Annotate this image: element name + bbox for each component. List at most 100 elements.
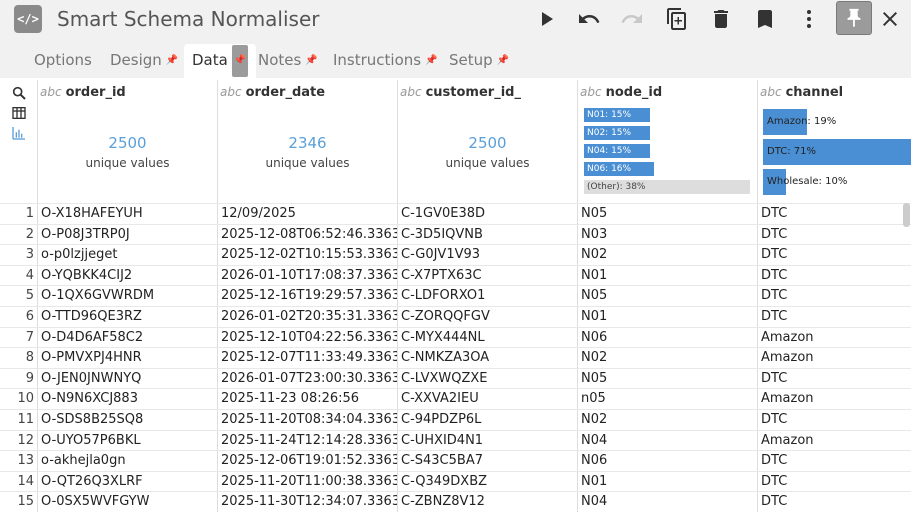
delete-button[interactable] [706,4,736,34]
table-cell[interactable]: 2025-11-24T12:14:28.3363... [217,430,397,451]
table-cell[interactable]: N04 [577,492,757,513]
table-cell[interactable]: DTC [757,265,911,286]
pin-icon[interactable]: 📌 [305,45,317,77]
table-cell[interactable]: N05 [577,286,757,307]
pin-icon[interactable]: 📌 [497,45,509,77]
search-icon[interactable] [11,85,27,101]
table-row[interactable]: 9 O-JEN0JNWNYQ 2026-01-07T23:00:30.3363...… [0,367,911,389]
table-row[interactable]: 15 O-0SX5WVFGYW 2025-11-30T12:34:07.3363..… [0,491,911,513]
table-cell[interactable]: 2025-11-20T08:34:04.3363... [217,410,397,430]
vertical-scrollbar[interactable] [903,203,910,227]
table-cell[interactable]: 12/09/2025 [217,204,397,224]
table-cell[interactable]: DTC [757,492,911,513]
column-header-node-id[interactable]: abc node_id N01: 15% N02: 15% N04: 15% N0… [577,80,757,203]
table-cell[interactable]: O-1QX6GVWRDM [37,286,217,307]
table-cell[interactable]: N01 [577,307,757,327]
table-cell[interactable]: DTC [757,204,911,224]
table-row[interactable]: 14 O-QT26Q3XLRF 2025-11-20T11:00:38.3363..… [0,470,911,492]
table-cell[interactable]: Amazon [757,348,911,369]
table-cell[interactable]: 2025-12-10T04:22:56.3363... [217,327,397,348]
table-cell[interactable]: O-D4D6AF58C2 [37,327,217,348]
tab-data[interactable]: Data 📌 [184,44,257,78]
table-cell[interactable]: C-NMKZA3OA [397,348,577,369]
tab-options[interactable]: Options [26,44,100,78]
table-cell[interactable]: N03 [577,224,757,245]
table-cell[interactable]: 2025-12-16T19:29:57.3363... [217,286,397,307]
table-cell[interactable]: O-SDS8B25SQ8 [37,410,217,430]
bookmark-button[interactable] [750,4,780,34]
table-cell[interactable]: 2025-12-07T11:33:49.3363... [217,348,397,369]
table-row[interactable]: 6 O-TTD96QE3RZ 2026-01-02T20:35:31.3363...… [0,306,911,327]
table-cell[interactable]: O-X18HAFEYUH [37,204,217,224]
table-row[interactable]: 13 o-akhejla0gn 2025-12-06T19:01:52.3363..… [0,450,911,472]
table-cell[interactable]: N02 [577,410,757,430]
table-row[interactable]: 4 O-YQBKK4CIJ2 2026-01-10T17:08:37.3363...… [0,264,911,286]
tab-notes[interactable]: Notes 📌 [250,44,326,78]
table-cell[interactable]: N02 [577,245,757,266]
column-header-order-date[interactable]: abc order_date 2346 unique values [217,80,397,203]
tab-design[interactable]: Design 📌 [102,44,186,78]
duplicate-button[interactable] [662,4,692,34]
table-cell[interactable]: N02 [577,348,757,369]
table-cell[interactable]: C-MYX444NL [397,327,577,348]
table-row[interactable]: 7 O-D4D6AF58C2 2025-12-10T04:22:56.3363...… [0,326,911,348]
close-button[interactable] [875,4,905,34]
table-cell[interactable]: C-X7PTX63C [397,265,577,286]
table-cell[interactable]: N06 [577,451,757,472]
table-cell[interactable]: O-QT26Q3XLRF [37,471,217,492]
table-row[interactable]: 8 O-PMVXPJ4HNR 2025-12-07T11:33:49.3363...… [0,347,911,369]
pin-button[interactable] [836,1,872,35]
table-cell[interactable]: 2026-01-02T20:35:31.3363... [217,307,397,327]
table-row[interactable]: 1 O-X18HAFEYUH 12/09/2025 C-1GV0E38D N05 DTC [0,203,911,224]
column-header-channel[interactable]: abc channel Amazon: 19% DTC: 71% Wholesal… [757,80,911,203]
play-button[interactable] [531,4,561,34]
table-cell[interactable]: N06 [577,327,757,348]
table-cell[interactable]: DTC [757,286,911,307]
table-cell[interactable]: 2026-01-07T23:00:30.3363... [217,368,397,389]
table-cell[interactable]: N04 [577,430,757,451]
table-cell[interactable]: O-P08J3TRP0J [37,224,217,245]
table-cell[interactable]: DTC [757,451,911,472]
table-cell[interactable]: 2025-11-23 08:26:56 [217,389,397,410]
table-cell[interactable]: 2025-11-20T11:00:38.3363... [217,471,397,492]
table-cell[interactable]: N05 [577,204,757,224]
table-cell[interactable]: C-3D5IQVNB [397,224,577,245]
table-cell[interactable]: N05 [577,368,757,389]
table-cell[interactable]: C-S43C5BA7 [397,451,577,472]
table-cell[interactable]: C-Q349DXBZ [397,471,577,492]
table-cell[interactable]: O-PMVXPJ4HNR [37,348,217,369]
table-cell[interactable]: C-ZBNZ8V12 [397,492,577,513]
pin-icon[interactable]: 📌 [425,45,437,77]
table-cell[interactable]: o-akhejla0gn [37,451,217,472]
tab-instructions[interactable]: Instructions 📌 [325,44,446,78]
table-cell[interactable]: O-JEN0JNWNYQ [37,368,217,389]
table-cell[interactable]: C-94PDZP6L [397,410,577,430]
tab-setup[interactable]: Setup 📌 [441,44,517,78]
table-row[interactable]: 11 O-SDS8B25SQ8 2025-11-20T08:34:04.3363..… [0,409,911,430]
columns-icon[interactable] [11,105,27,121]
table-cell[interactable]: 2025-11-30T12:34:07.3363... [217,492,397,513]
table-cell[interactable]: O-UYO57P6BKL [37,430,217,451]
table-cell[interactable]: DTC [757,245,911,266]
undo-button[interactable] [574,4,604,34]
table-cell[interactable]: 2025-12-06T19:01:52.3363... [217,451,397,472]
table-cell[interactable]: O-N9N6XCJ883 [37,389,217,410]
table-cell[interactable]: Amazon [757,389,911,410]
column-header-order-id[interactable]: abc order_id 2500 unique values [37,80,217,203]
table-cell[interactable]: C-LVXWQZXE [397,368,577,389]
table-cell[interactable]: DTC [757,471,911,492]
table-cell[interactable]: Amazon [757,327,911,348]
table-row[interactable]: 5 O-1QX6GVWRDM 2025-12-16T19:29:57.3363...… [0,285,911,307]
table-row[interactable]: 10 O-N9N6XCJ883 2025-11-23 08:26:56 C-XXVA2… [0,388,911,410]
pin-icon[interactable]: 📌 [166,45,178,77]
table-cell[interactable]: C-XXVA2IEU [397,389,577,410]
table-row[interactable]: 3 o-p0lzjjeget 2025-12-02T10:15:53.3363...… [0,244,911,266]
table-cell[interactable]: DTC [757,307,911,327]
table-cell[interactable]: O-0SX5WVFGYW [37,492,217,513]
table-cell[interactable]: N01 [577,471,757,492]
chart-icon[interactable] [11,125,27,141]
more-button[interactable] [794,4,824,34]
table-cell[interactable]: DTC [757,368,911,389]
table-cell[interactable]: N01 [577,265,757,286]
table-cell[interactable]: O-YQBKK4CIJ2 [37,265,217,286]
